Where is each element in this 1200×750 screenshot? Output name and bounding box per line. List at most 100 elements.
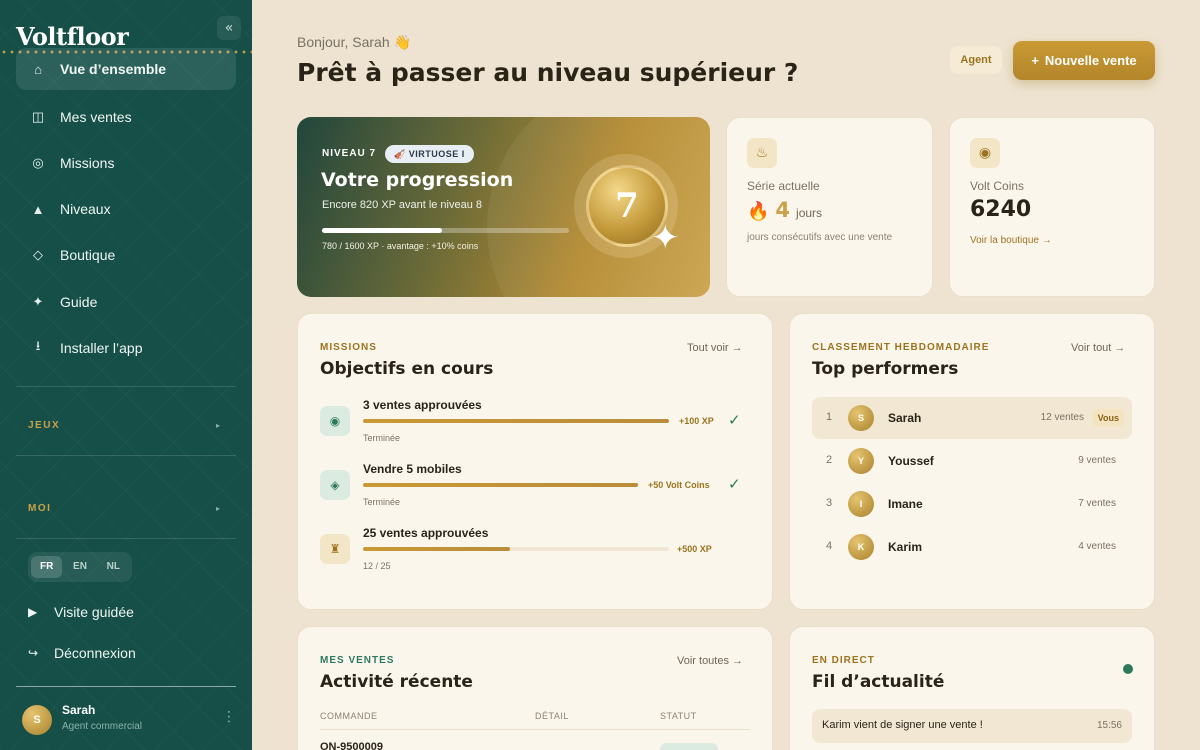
rank-number: 3 bbox=[826, 497, 833, 509]
chevron-right-icon[interactable]: ▸ bbox=[216, 504, 220, 513]
sidebar-divider bbox=[16, 386, 236, 387]
mission-progress-fill bbox=[363, 547, 510, 551]
check-icon: ✓ bbox=[728, 411, 741, 429]
mission-status: 12 / 25 bbox=[363, 561, 391, 571]
download-icon: ⭳ bbox=[35, 338, 41, 353]
mission-status: Terminée bbox=[363, 433, 401, 443]
feed-title: Fil d’actualité bbox=[812, 672, 945, 692]
feed-item: Karim vient de signer une vente ! 15:56 bbox=[812, 709, 1132, 743]
live-feed-card: EN DIRECT Fil d’actualité Karim vient de… bbox=[789, 626, 1155, 750]
rank-number: 4 bbox=[826, 540, 833, 552]
live-indicator-icon bbox=[1123, 664, 1133, 674]
avatar: K bbox=[848, 534, 874, 560]
sidebar-item-label: Niveaux bbox=[60, 201, 111, 217]
order-id[interactable]: ON-9500009 bbox=[320, 741, 383, 750]
leaderboard-eyebrow: CLASSEMENT HEBDOMADAIRE bbox=[812, 342, 990, 353]
leaderboard-row[interactable]: 1 S Sarah 12 ventes Vous bbox=[812, 397, 1132, 439]
avatar: Y bbox=[848, 448, 874, 474]
chevron-right-icon[interactable]: ▸ bbox=[216, 421, 220, 430]
leaderboard-see-all-link[interactable]: Voir tout → bbox=[1071, 342, 1125, 354]
shop-link[interactable]: Voir la boutique → bbox=[970, 235, 1052, 246]
sparkle-icon: ✦ bbox=[32, 294, 44, 309]
target-icon: ◎ bbox=[32, 155, 44, 170]
streak-note: jours consécutifs avec une vente bbox=[747, 232, 893, 243]
mission-title: Vendre 5 mobiles bbox=[363, 462, 462, 476]
mission-progress-fill bbox=[363, 483, 638, 487]
missions-card: MISSIONS Objectifs en cours Tout voir → … bbox=[297, 313, 773, 610]
kebab-menu-icon[interactable]: ⋮ bbox=[222, 709, 236, 725]
column-header-detail: DÉTAIL bbox=[535, 711, 569, 721]
flame-icon: 🔥 bbox=[747, 201, 770, 222]
sidebar-item-label: Mes ventes bbox=[60, 109, 132, 125]
streak-unit: jours bbox=[796, 206, 823, 220]
sidebar-item-download[interactable]: ⭳ Installer l’app bbox=[16, 327, 236, 369]
sidebar-item-label: Missions bbox=[60, 155, 115, 171]
sidebar-item-triangle[interactable]: ▲ Niveaux bbox=[16, 188, 236, 230]
sidebar: Voltfloor « ⌂ Vue d’ensemble ◫ Mes ventes ◎ M… bbox=[0, 0, 252, 750]
check-icon: ✓ bbox=[728, 475, 741, 493]
sidebar-item-label: Vue d’ensemble bbox=[60, 61, 167, 77]
new-sale-button[interactable]: + Nouvelle vente bbox=[1013, 41, 1155, 80]
column-header-status: STATUT bbox=[660, 711, 697, 721]
app-logo[interactable]: Voltfloor bbox=[16, 22, 129, 51]
sales-see-all-link[interactable]: Voir toutes → bbox=[677, 655, 743, 667]
lang-fr[interactable]: FR bbox=[31, 556, 63, 578]
user-profile[interactable]: S Sarah Agent commercial ⋮ bbox=[16, 686, 236, 750]
sidebar-item-book[interactable]: ◫ Mes ventes bbox=[16, 96, 236, 138]
rook-icon: ♜ bbox=[320, 534, 350, 564]
performer-name: Youssef bbox=[888, 454, 934, 468]
triangle-icon: ▲ bbox=[31, 201, 45, 217]
role-badge: Agent bbox=[950, 46, 1002, 74]
recent-sales-card: MES VENTES Activité récente Voir toutes … bbox=[297, 626, 773, 750]
section-me[interactable]: MOI bbox=[28, 503, 51, 514]
leaderboard-row[interactable]: 4 K Karim 4 ventes bbox=[812, 526, 1132, 568]
mission-reward: +100 XP bbox=[679, 416, 714, 426]
logout-link[interactable]: ↪ Déconnexion bbox=[28, 645, 136, 661]
feed-item-text: Karim vient de signer une vente ! bbox=[822, 719, 983, 731]
avatar: I bbox=[848, 491, 874, 517]
sidebar-item-diamond[interactable]: ◇ Boutique bbox=[16, 234, 236, 276]
leaderboard-row[interactable]: 2 Y Youssef 9 ventes bbox=[812, 440, 1132, 482]
you-badge: Vous bbox=[1092, 409, 1124, 427]
greeting: Bonjour, Sarah 👋 bbox=[297, 34, 411, 50]
section-games[interactable]: JEUX bbox=[28, 420, 60, 431]
lang-nl[interactable]: NL bbox=[98, 556, 129, 578]
collapse-sidebar-button[interactable]: « bbox=[217, 16, 241, 40]
level-label: NIVEAU 7 bbox=[322, 148, 377, 159]
mission-progress-fill bbox=[363, 419, 669, 423]
mission-reward: +50 Volt Coins bbox=[648, 480, 710, 490]
sidebar-item-target[interactable]: ◎ Missions bbox=[16, 142, 236, 184]
home-icon: ⌂ bbox=[34, 61, 42, 77]
streak-value-group: 🔥 4 jours bbox=[747, 198, 822, 222]
user-name: Sarah bbox=[62, 703, 96, 717]
sidebar-item-sparkle[interactable]: ✦ Guide bbox=[16, 281, 236, 323]
page-title: Prêt à passer au niveau supérieur ? bbox=[297, 58, 799, 87]
column-header-order: COMMANDE bbox=[320, 711, 378, 721]
sparkle-icon: ✦ bbox=[651, 218, 680, 258]
xp-progress-bar bbox=[322, 228, 569, 233]
gem-icon: ◈ bbox=[320, 470, 350, 500]
table-divider bbox=[320, 729, 750, 730]
user-role: Agent commercial bbox=[62, 721, 143, 732]
streak-value: 4 bbox=[775, 198, 791, 222]
logout-icon: ↪ bbox=[28, 646, 39, 660]
plus-icon: + bbox=[1031, 53, 1039, 68]
status-badge bbox=[660, 743, 718, 750]
sidebar-item-home[interactable]: ⌂ Vue d’ensemble bbox=[16, 48, 236, 90]
lang-en[interactable]: EN bbox=[64, 556, 95, 578]
sales-eyebrow: MES VENTES bbox=[320, 655, 395, 666]
guided-tour-link[interactable]: ▶ Visite guidée bbox=[28, 604, 134, 620]
avatar: S bbox=[848, 405, 874, 431]
mission-status: Terminée bbox=[363, 497, 401, 507]
target-icon: ◉ bbox=[320, 406, 350, 436]
rank-number: 1 bbox=[826, 411, 833, 423]
mission-progress-bar bbox=[363, 419, 669, 423]
missions-eyebrow: MISSIONS bbox=[320, 342, 377, 353]
rank-number: 2 bbox=[826, 454, 833, 466]
new-sale-label: Nouvelle vente bbox=[1044, 53, 1137, 68]
missions-see-all-link[interactable]: Tout voir → bbox=[687, 342, 743, 354]
streak-card: ♨ Série actuelle 🔥 4 jours jours consécu… bbox=[726, 117, 933, 297]
rank-badge: 🎻 VIRTUOSE I bbox=[385, 145, 474, 163]
logout-label: Déconnexion bbox=[54, 645, 136, 661]
leaderboard-row[interactable]: 3 I Imane 7 ventes bbox=[812, 483, 1132, 525]
